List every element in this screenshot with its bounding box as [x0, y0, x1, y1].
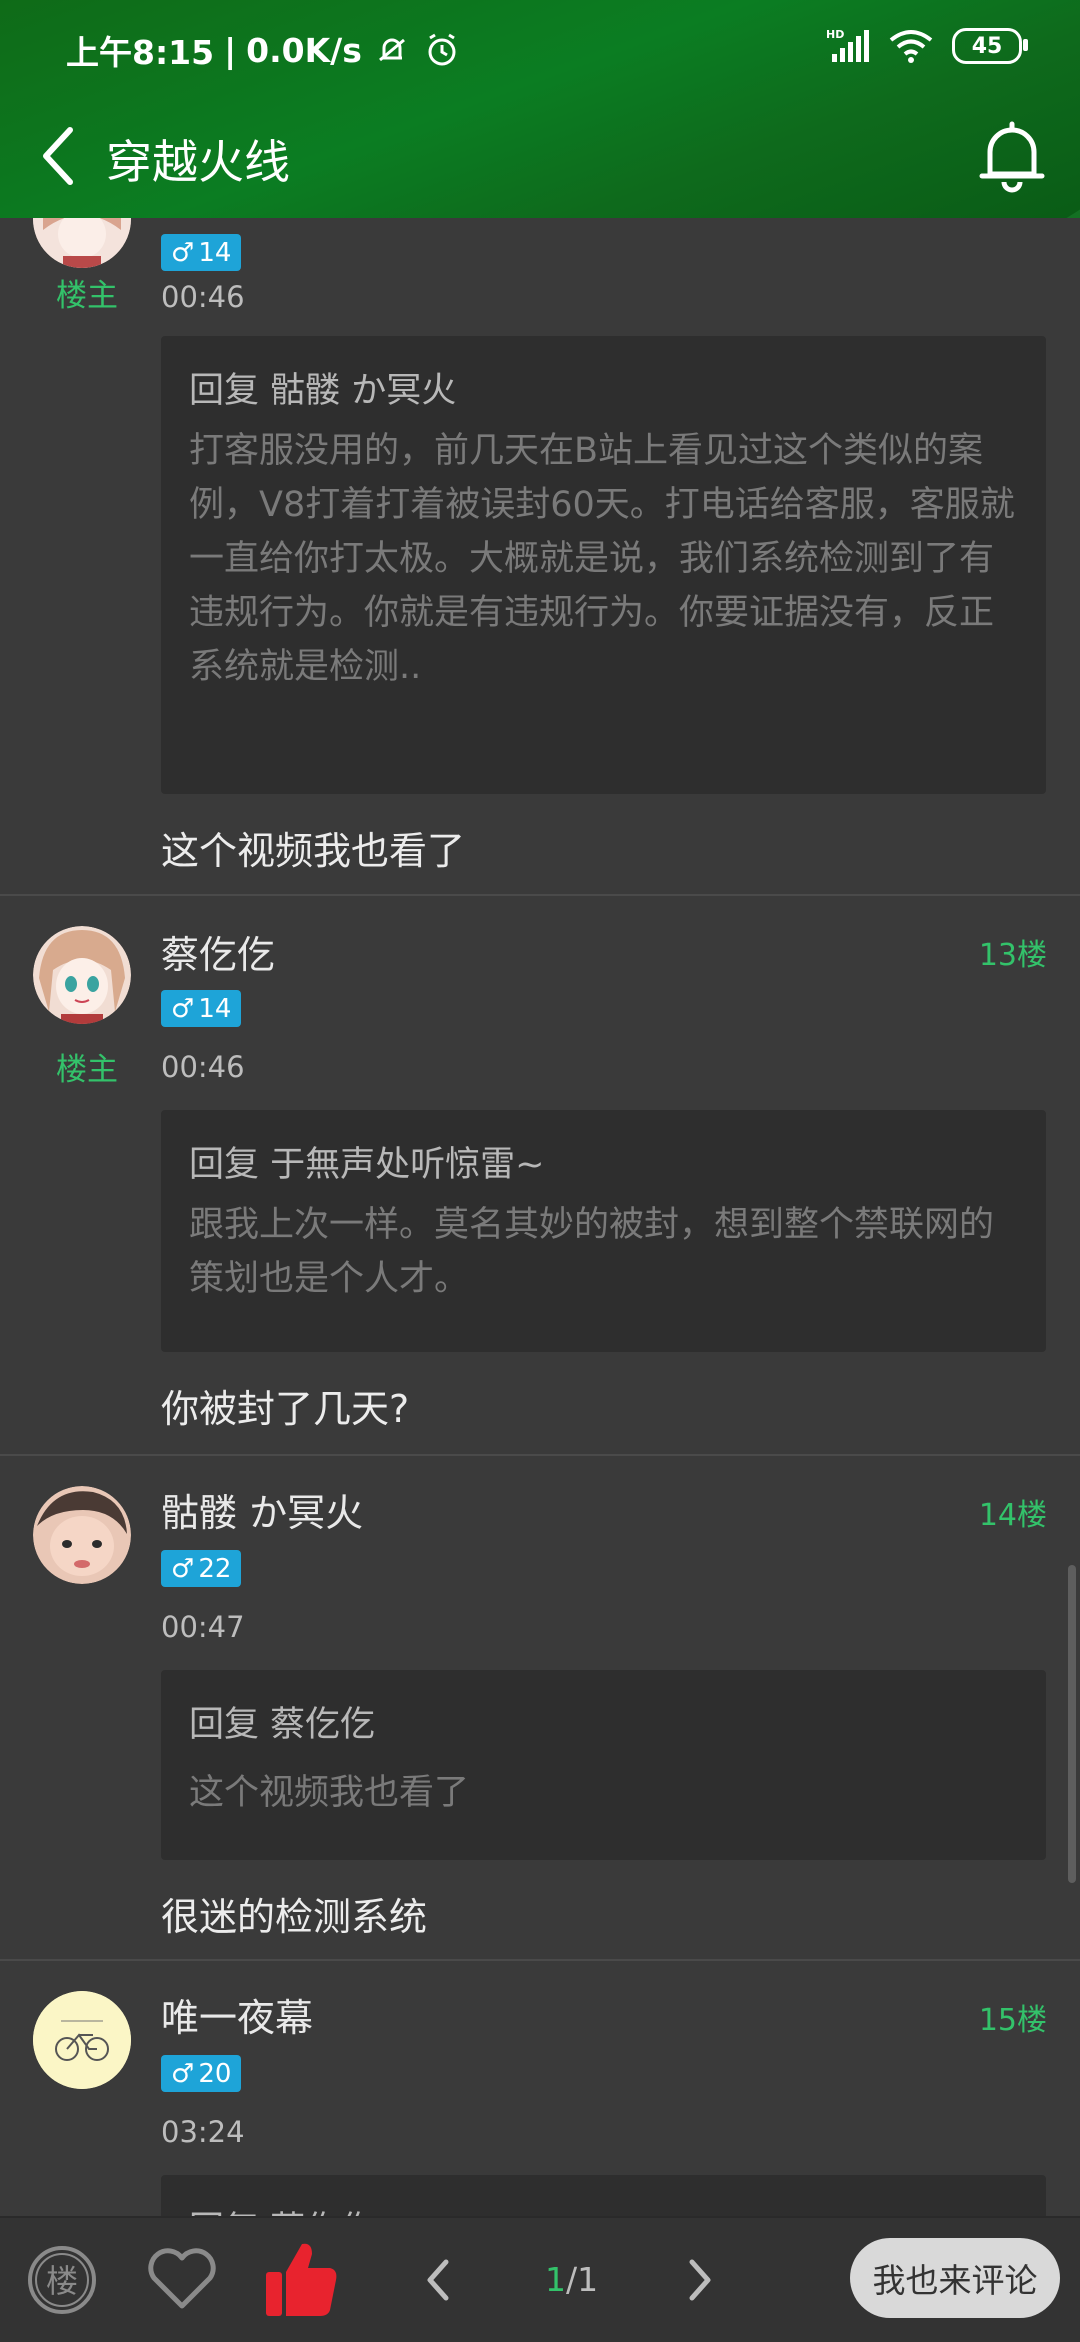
floor-number: 15楼 [978, 2003, 1047, 2038]
comment-time: 00:46 [161, 280, 245, 314]
owner-tag: 楼主 [56, 278, 118, 314]
male-icon: ♂ [171, 993, 195, 1024]
status-time: 上午8:15 [66, 33, 215, 72]
quote-head: 回复 蔡仡仡 [189, 2201, 375, 2216]
owner-tag: 楼主 [56, 1052, 118, 1088]
level-badge: ♂ 14 [161, 234, 242, 271]
comment-time: 00:47 [161, 1610, 245, 1644]
divider [0, 894, 1080, 896]
username[interactable]: 蔡仡仡 [161, 924, 275, 979]
avatar[interactable] [33, 1991, 131, 2089]
page-title: 穿越火线 [106, 135, 290, 189]
scrollbar[interactable] [1068, 1565, 1076, 1883]
mute-bell-icon [378, 38, 405, 62]
prev-page-icon[interactable] [420, 2256, 456, 2304]
app-header: 上午8:15 | 0.0K/s HD 45 穿越火线 [0, 0, 1080, 218]
network-speed: 0.0K/s [246, 30, 362, 70]
quote-body: 这个视频我也看了 [189, 1773, 470, 1813]
quote-box[interactable]: 回复 骷髅 か冥火 打客服没用的，前几天在B站上看见过这个类似的案例，V8打着打… [161, 336, 1046, 794]
status-bar: 上午8:15 | 0.0K/s HD 45 [0, 0, 1080, 96]
floor-number: 14楼 [978, 1498, 1047, 1533]
divider [0, 1454, 1080, 1456]
like-thumb-icon[interactable] [264, 2238, 340, 2318]
quote-head: 回复 于無声处听惊雷~ [189, 1145, 545, 1185]
current-page: 1 [545, 2260, 566, 2299]
next-page-icon[interactable] [682, 2256, 718, 2304]
level-badge: ♂ 22 [161, 1550, 242, 1587]
floor-number: 13楼 [978, 938, 1047, 973]
level-badge: ♂ 14 [161, 990, 242, 1027]
male-icon: ♂ [171, 1553, 195, 1584]
comment-time: 00:46 [161, 1050, 245, 1084]
male-icon: ♂ [171, 2058, 195, 2089]
alarm-icon [428, 33, 456, 66]
reply-text: 你被封了几天? [161, 1387, 410, 1431]
signal-icon: HD [826, 28, 869, 62]
quote-body: 跟我上次一样。莫名其妙的被封，想到整个禁联网的策划也是个人才。 [189, 1205, 995, 1299]
back-arrow-icon[interactable] [28, 120, 92, 192]
floor-jump-icon[interactable]: 楼 [26, 2244, 98, 2316]
wifi-icon [889, 30, 933, 63]
hd-label: HD [826, 28, 844, 41]
write-comment-button[interactable]: 我也来评论 [850, 2238, 1060, 2318]
male-icon: ♂ [171, 237, 195, 268]
quote-box[interactable]: 回复 于無声处听惊雷~ 跟我上次一样。莫名其妙的被封，想到整个禁联网的策划也是个… [161, 1110, 1046, 1352]
quote-box[interactable]: 回复 蔡仡仡 这个视频我也看了 [161, 1670, 1046, 1860]
comment-time: 03:24 [161, 2115, 245, 2149]
avatar[interactable] [33, 218, 131, 268]
page-indicator[interactable]: 1/1 [545, 2260, 598, 2299]
divider [0, 1959, 1080, 1961]
reply-text: 很迷的检测系统 [161, 1895, 428, 1939]
username[interactable]: 唯一夜幕 [161, 1987, 313, 2042]
bottom-toolbar: 楼 1/1 我也来评论 [0, 2216, 1080, 2342]
username[interactable]: 骷髅 か冥火 [161, 1482, 363, 1537]
nav-bar: 穿越火线 [0, 104, 1080, 208]
level-badge: ♂ 20 [161, 2055, 242, 2092]
total-pages: /1 [566, 2260, 599, 2299]
quote-box[interactable]: 回复 蔡仡仡 [161, 2175, 1046, 2216]
svg-text:楼: 楼 [46, 2262, 78, 2300]
favorite-heart-icon[interactable] [146, 2246, 218, 2312]
reply-text: 这个视频我也看了 [161, 829, 466, 873]
comment-list[interactable]: 楼主 ♂ 14 00:46 回复 骷髅 か冥火 打客服没用的，前几天在B站上看见过… [0, 218, 1080, 2216]
battery-indicator: 45 [952, 28, 1028, 64]
quote-body: 打客服没用的，前几天在B站上看见过这个类似的案例，V8打着打着被误封60天。打电… [189, 431, 1015, 687]
notification-bell-icon[interactable] [976, 118, 1048, 194]
quote-head: 回复 骷髅 か冥火 [189, 371, 457, 411]
quote-head: 回复 蔡仡仡 [189, 1705, 376, 1745]
avatar[interactable] [33, 926, 131, 1024]
avatar[interactable] [33, 1486, 131, 1584]
